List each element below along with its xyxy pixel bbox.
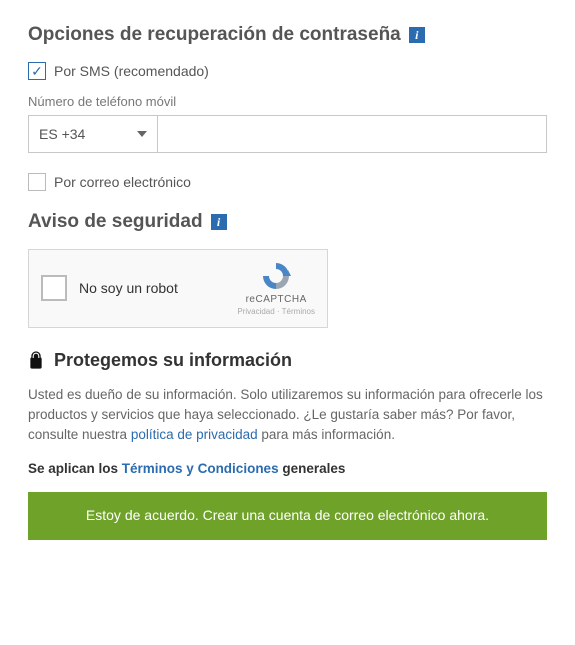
security-notice-heading: Aviso de seguridad i [28, 211, 547, 233]
recaptcha-widget[interactable]: No soy un robot reCAPTCHA Privacidad · T… [28, 249, 328, 328]
sms-option-row[interactable]: ✓ Por SMS (recomendado) [28, 62, 547, 80]
terms-line: Se aplican los Términos y Condiciones ge… [28, 461, 547, 476]
terms-suffix: generales [279, 461, 346, 476]
protect-text-post: para más información. [258, 427, 395, 442]
recaptcha-logo-icon [260, 260, 292, 292]
privacy-policy-link[interactable]: política de privacidad [131, 427, 258, 442]
recaptcha-branding: reCAPTCHA Privacidad · Términos [237, 260, 315, 317]
lock-icon [28, 351, 44, 369]
recovery-options-heading: Opciones de recuperación de contraseña i [28, 24, 547, 46]
protect-info-title: Protegemos su información [54, 350, 292, 371]
info-icon[interactable]: i [211, 214, 227, 230]
protect-info-paragraph: Usted es dueño de su información. Solo u… [28, 385, 547, 446]
country-code-value: ES +34 [39, 126, 85, 142]
terms-conditions-link[interactable]: Términos y Condiciones [122, 461, 279, 476]
recovery-options-title: Opciones de recuperación de contraseña [28, 24, 401, 46]
recaptcha-brand-text: reCAPTCHA [237, 294, 315, 306]
info-icon[interactable]: i [409, 27, 425, 43]
security-notice-title: Aviso de seguridad [28, 211, 203, 233]
sms-option-label: Por SMS (recomendado) [54, 63, 209, 79]
phone-number-input[interactable] [158, 115, 547, 153]
checkbox-unchecked-icon[interactable] [28, 173, 46, 191]
phone-input-group: ES +34 [28, 115, 547, 153]
chevron-down-icon [137, 131, 147, 137]
phone-field-label: Número de teléfono móvil [28, 94, 547, 109]
email-option-row[interactable]: Por correo electrónico [28, 173, 547, 191]
protect-info-heading: Protegemos su información [28, 350, 547, 371]
recaptcha-label: No soy un robot [79, 280, 237, 296]
email-option-label: Por correo electrónico [54, 174, 191, 190]
agree-create-account-button[interactable]: Estoy de acuerdo. Crear una cuenta de co… [28, 492, 547, 540]
terms-prefix: Se aplican los [28, 461, 122, 476]
checkbox-checked-icon[interactable]: ✓ [28, 62, 46, 80]
recaptcha-checkbox[interactable] [41, 275, 67, 301]
recaptcha-legal-text: Privacidad · Términos [237, 307, 315, 317]
country-code-select[interactable]: ES +34 [28, 115, 158, 153]
